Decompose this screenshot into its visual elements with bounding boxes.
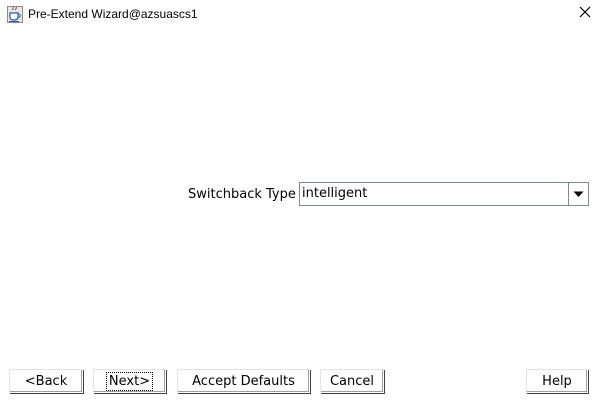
accept-defaults-button[interactable]: Accept Defaults <box>177 369 310 393</box>
help-button[interactable]: Help <box>526 369 588 393</box>
next-button[interactable]: Next> <box>93 369 166 393</box>
chevron-down-icon <box>573 187 584 202</box>
cancel-button[interactable]: Cancel <box>320 369 384 393</box>
close-button[interactable] <box>572 2 598 26</box>
back-button[interactable]: <Back <box>9 369 83 393</box>
wizard-window: Pre-Extend Wizard@azsuascs1 Switchback T… <box>0 0 599 403</box>
cancel-button-label: Cancel <box>329 373 375 389</box>
close-icon <box>579 6 591 22</box>
accept-defaults-button-label: Accept Defaults <box>192 373 295 389</box>
switchback-type-label: Switchback Type <box>188 187 296 202</box>
window-title: Pre-Extend Wizard@azsuascs1 <box>28 7 198 21</box>
next-button-label: Next> <box>105 371 154 391</box>
title-bar: Pre-Extend Wizard@azsuascs1 <box>0 0 599 30</box>
back-button-label: <Back <box>24 373 68 389</box>
java-cup-icon <box>7 6 23 23</box>
help-button-label: Help <box>542 373 572 389</box>
switchback-type-value: intelligent <box>302 186 368 201</box>
switchback-type-select[interactable]: intelligent <box>299 182 589 206</box>
switchback-type-dropdown-button[interactable] <box>568 183 588 205</box>
